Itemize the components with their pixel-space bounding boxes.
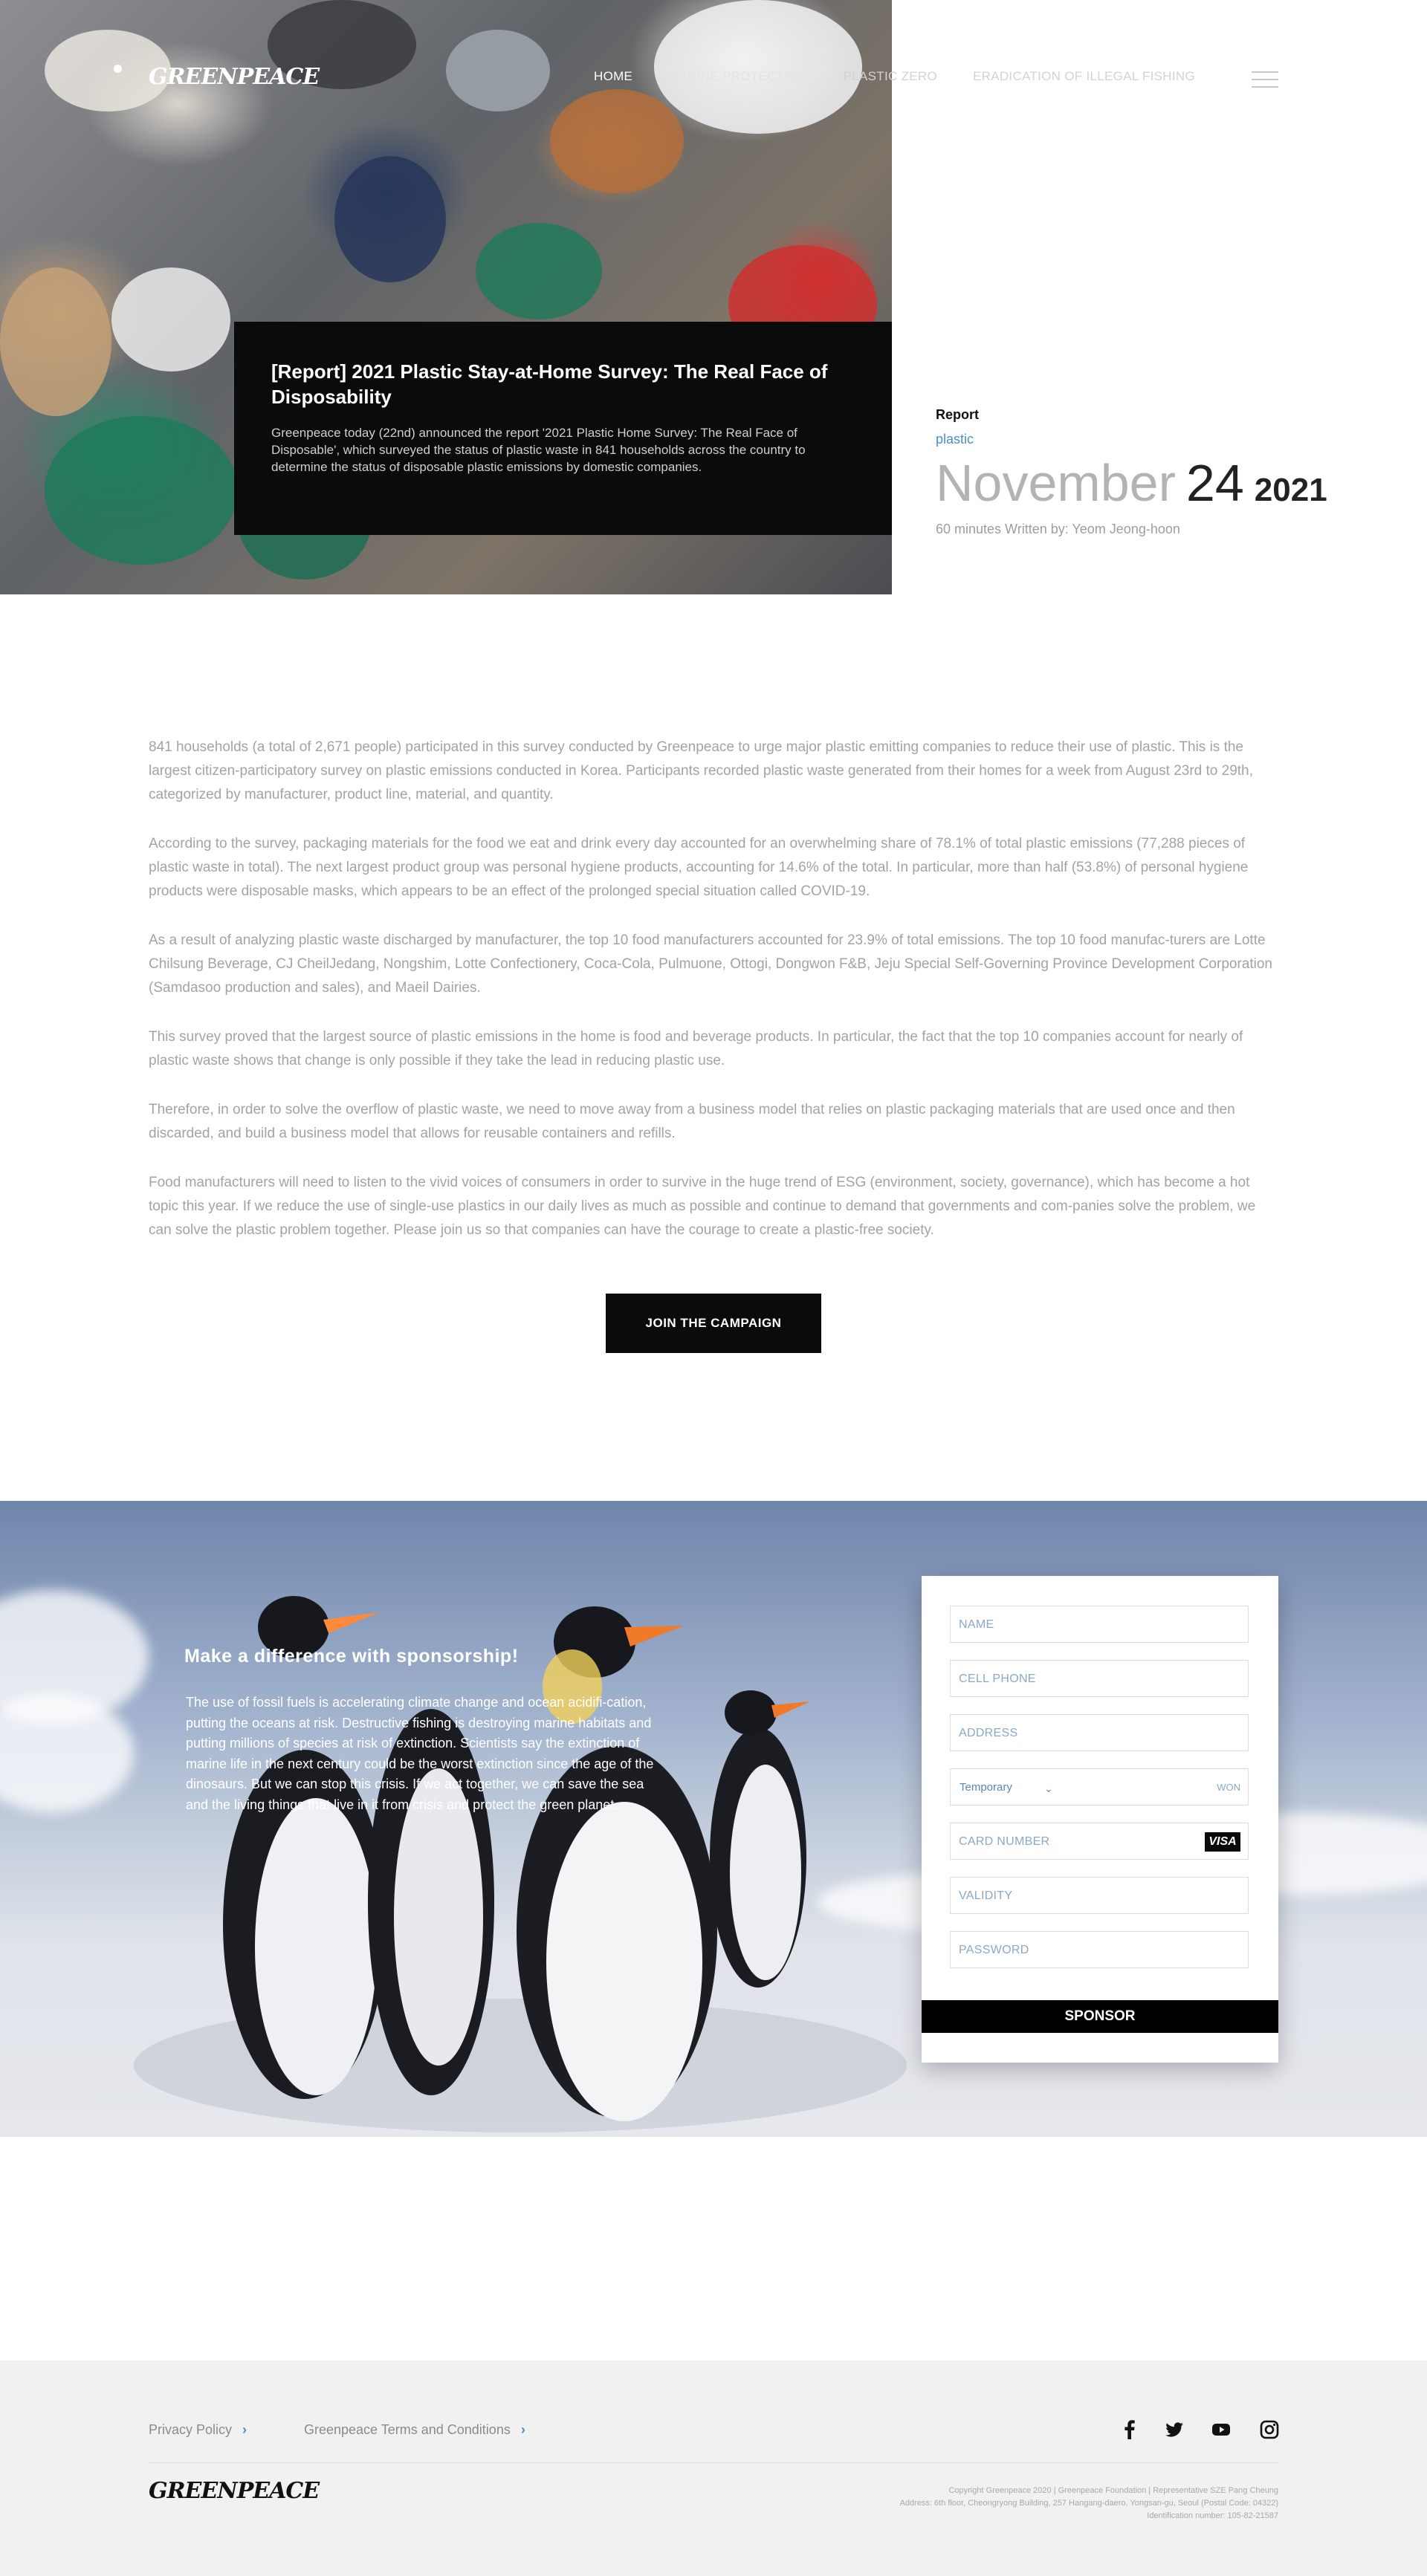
donation-type-value: Temporary [960,1781,1012,1794]
chevron-right-icon: › [242,2422,247,2437]
address-field[interactable]: ADDRESS [950,1714,1249,1751]
article-paragraph: According to the survey, packaging mater… [149,836,1249,899]
sponsor-form: NAME CELL PHONE ADDRESS Temporary ⌄ WON … [922,1576,1278,2063]
article-paragraph: Food manufacturers will need to listen t… [149,1175,1256,1238]
article-summary: Greenpeace today (22nd) announced the re… [271,426,806,474]
visa-icon: VISA [1205,1832,1240,1852]
validity-placeholder: VALIDITY [959,1889,1013,1902]
identification-line: Identification number: 105-82-21587 [1147,2511,1278,2520]
sponsor-text: The use of fossil fuels is accelerating … [186,1695,654,1812]
article-paragraph: 841 households (a total of 2,671 people)… [149,739,1253,802]
address-line: Address: 6th floor, Cheongryong Building… [899,2499,1278,2508]
sponsor-button[interactable]: SPONSOR [922,2000,1278,2033]
card-number-placeholder: CARD NUMBER [959,1835,1050,1848]
address-placeholder: ADDRESS [959,1727,1018,1739]
nav-dot-indicator [114,65,122,73]
nav-links: HOME MARINE PROTECTION PLASTIC ZERO ERAD… [594,69,1231,84]
article-paragraph: As a result of analyzing plastic waste d… [149,932,1272,996]
date-day: 24 [1185,454,1244,512]
nav-link-home[interactable]: HOME [594,69,632,84]
validity-field[interactable]: VALIDITY [950,1877,1249,1914]
copyright-line: Copyright Greenpeace 2020 | Greenpeace F… [948,2486,1278,2495]
facebook-icon[interactable] [1119,2418,1141,2441]
name-field[interactable]: NAME [950,1606,1249,1643]
password-placeholder: PASSWORD [959,1944,1029,1956]
hero-section: GREENPEACE HOME MARINE PROTECTION PLASTI… [0,0,1427,594]
date-year: 2021 [1254,472,1327,508]
name-placeholder: NAME [959,1618,994,1631]
privacy-policy-link[interactable]: Privacy Policy › [149,2422,247,2438]
join-campaign-button[interactable]: JOIN THE CAMPAIGN [606,1294,821,1353]
terms-link[interactable]: Greenpeace Terms and Conditions › [304,2422,525,2438]
chevron-right-icon: › [520,2422,525,2437]
hero-headline-card: [Report] 2021 Plastic Stay-at-Home Surve… [234,322,892,535]
youtube-icon[interactable] [1210,2418,1232,2441]
read-time-author: 60 minutes Written by: Yeom Jeong-hoon [936,522,1180,536]
article-body: 841 households (a total of 2,671 people)… [149,736,1278,1268]
instagram-icon[interactable] [1258,2418,1281,2441]
date-month: November [936,454,1176,512]
twitter-icon[interactable] [1163,2418,1185,2441]
donation-type-select[interactable]: Temporary ⌄ WON [950,1768,1249,1806]
nav-link-illegal-fishing[interactable]: ERADICATION OF ILLEGAL FISHING [973,69,1195,84]
article-paragraph: Therefore, in order to solve the overflo… [149,1102,1235,1141]
nav-link-marine-protection[interactable]: MARINE PROTECTION [668,69,807,84]
sponsor-title: Make a difference with sponsorship! [184,1646,519,1667]
terms-label: Greenpeace Terms and Conditions [304,2422,511,2437]
article-tag[interactable]: plastic [936,432,974,447]
greenpeace-logo[interactable]: GREENPEACE [149,64,320,90]
footer-greenpeace-logo[interactable]: GREENPEACE [149,2478,320,2504]
password-field[interactable]: PASSWORD [950,1931,1249,1968]
footer-divider [149,2462,1278,2463]
chevron-down-icon: ⌄ [1044,1782,1053,1794]
nav-link-plastic-zero[interactable]: PLASTIC ZERO [844,69,937,84]
footer: Privacy Policy › Greenpeace Terms and Con… [0,2361,1427,2576]
currency-label: WON [1217,1782,1240,1793]
article-type: Report [936,407,979,422]
phone-placeholder: CELL PHONE [959,1673,1036,1685]
phone-field[interactable]: CELL PHONE [950,1660,1249,1697]
article-title: [Report] 2021 Plastic Stay-at-Home Surve… [271,360,828,408]
penguins-image [134,1596,907,2132]
article-date: November 24 2021 [936,453,1327,513]
card-number-field[interactable]: CARD NUMBER VISA [950,1823,1249,1860]
menu-icon[interactable] [1252,71,1278,89]
privacy-policy-label: Privacy Policy [149,2422,233,2437]
top-navigation: GREENPEACE HOME MARINE PROTECTION PLASTI… [0,0,1427,156]
copyright-block: Copyright Greenpeace 2020 | Greenpeace F… [900,2485,1278,2523]
article-paragraph: This survey proved that the largest sour… [149,1029,1243,1068]
